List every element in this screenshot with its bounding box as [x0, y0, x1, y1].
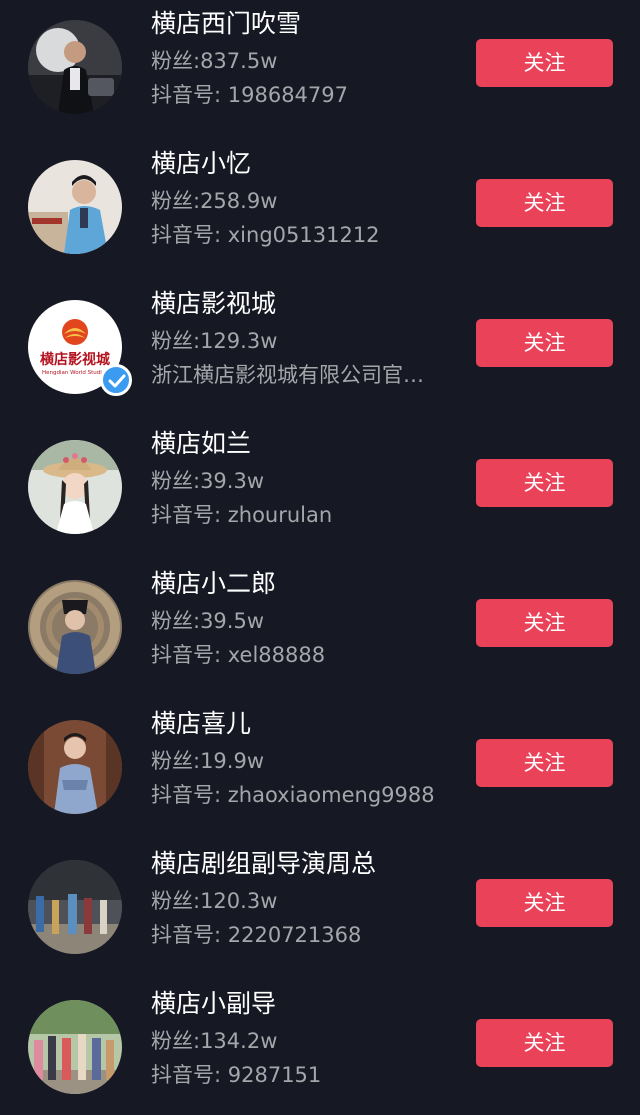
user-list: 横店西门吹雪 粉丝:837.5w 抖音号: 198684797 关注 横店小忆 … [0, 0, 640, 1112]
user-row[interactable]: 横店小二郎 粉丝:39.5w 抖音号: xel88888 关注 [0, 552, 640, 692]
avatar[interactable] [28, 160, 122, 254]
fans-count: 粉丝:134.2w [151, 1029, 278, 1053]
avatar[interactable] [28, 20, 122, 114]
user-name[interactable]: 横店喜儿 [151, 708, 251, 740]
user-row[interactable]: 横店小副导 粉丝:134.2w 抖音号: 9287151 关注 [0, 972, 640, 1112]
follow-button[interactable]: 关注 [476, 179, 613, 227]
account-description: 浙江横店影视城有限公司官… [151, 363, 424, 387]
douyin-id: 抖音号: 2220721368 [151, 923, 362, 947]
avatar[interactable] [28, 1000, 122, 1094]
follow-button[interactable]: 关注 [476, 39, 613, 87]
user-row[interactable]: 横店剧组副导演周总 粉丝:120.3w 抖音号: 2220721368 关注 [0, 832, 640, 972]
follow-button[interactable]: 关注 [476, 879, 613, 927]
avatar[interactable]: 横店影视城 Hengdian World Studios [28, 300, 132, 396]
user-name[interactable]: 横店西门吹雪 [151, 8, 301, 40]
user-row[interactable]: 横店西门吹雪 粉丝:837.5w 抖音号: 198684797 关注 [0, 0, 640, 132]
user-name[interactable]: 横店影视城 [151, 288, 276, 320]
user-row[interactable]: 横店喜儿 粉丝:19.9w 抖音号: zhaoxiaomeng9988 关注 [0, 692, 640, 832]
user-name[interactable]: 横店小忆 [151, 148, 251, 180]
avatar[interactable] [28, 860, 122, 954]
verified-badge-icon [100, 364, 132, 396]
user-name[interactable]: 横店剧组副导演周总 [151, 848, 376, 880]
douyin-id: 抖音号: zhourulan [151, 503, 333, 527]
avatar[interactable] [28, 440, 122, 534]
fans-count: 粉丝:258.9w [151, 189, 278, 213]
logo-subtext: Hengdian World Studios [42, 370, 108, 376]
avatar[interactable] [28, 580, 122, 674]
fans-count: 粉丝:120.3w [151, 889, 278, 913]
follow-button[interactable]: 关注 [476, 319, 613, 367]
fans-count: 粉丝:129.3w [151, 329, 278, 353]
fans-count: 粉丝:19.9w [151, 749, 265, 773]
user-name[interactable]: 横店如兰 [151, 428, 251, 460]
fans-count: 粉丝:837.5w [151, 49, 278, 73]
avatar[interactable] [28, 720, 122, 814]
douyin-id: 抖音号: 9287151 [151, 1063, 322, 1087]
user-row[interactable]: 横店如兰 粉丝:39.3w 抖音号: zhourulan 关注 [0, 412, 640, 552]
follow-button[interactable]: 关注 [476, 459, 613, 507]
user-row[interactable]: 横店影视城 Hengdian World Studios 横店影视城 粉丝:12… [0, 272, 640, 412]
follow-button[interactable]: 关注 [476, 1019, 613, 1067]
follow-button[interactable]: 关注 [476, 739, 613, 787]
follow-button[interactable]: 关注 [476, 599, 613, 647]
fans-count: 粉丝:39.3w [151, 469, 265, 493]
user-row[interactable]: 横店小忆 粉丝:258.9w 抖音号: xing05131212 关注 [0, 132, 640, 272]
user-name[interactable]: 横店小二郎 [151, 568, 276, 600]
logo-text: 横店影视城 [40, 351, 110, 368]
douyin-id: 抖音号: xel88888 [151, 643, 326, 667]
douyin-id: 抖音号: xing05131212 [151, 223, 380, 247]
douyin-id: 抖音号: zhaoxiaomeng9988 [151, 783, 435, 807]
douyin-id: 抖音号: 198684797 [151, 83, 348, 107]
fans-count: 粉丝:39.5w [151, 609, 265, 633]
user-name[interactable]: 横店小副导 [151, 988, 276, 1020]
